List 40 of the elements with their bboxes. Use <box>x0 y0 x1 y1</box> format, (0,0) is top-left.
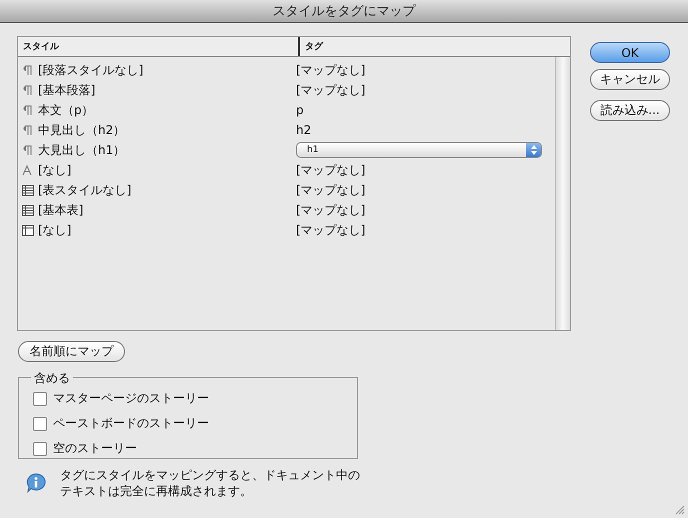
window-title: スタイルをタグにマップ <box>272 3 416 20</box>
tag-name: [マップなし] <box>296 82 366 96</box>
tag-name: [マップなし] <box>296 62 366 76</box>
style-name: [なし] <box>38 222 72 238</box>
group-label: 含める <box>31 370 73 387</box>
column-header[interactable]: スタイル <box>18 37 300 56</box>
checkbox[interactable] <box>33 416 47 430</box>
dialog-button[interactable]: キャンセル <box>590 69 670 90</box>
resize-grip[interactable] <box>675 505 685 515</box>
checkbox-label: 空のストーリー <box>53 440 137 457</box>
style-name: [なし] <box>38 162 72 178</box>
style-name: [段落スタイルなし] <box>38 62 144 78</box>
info-text: タグにスタイルをマッピングすると、ドキュメント中のテキストは完全に再構成されます。 <box>60 467 361 499</box>
tag-name: p <box>296 103 304 117</box>
tag-name: [マップなし] <box>296 162 366 176</box>
stepper-arrows-icon <box>526 143 541 157</box>
style-name: 大見出し（h1） <box>38 142 126 158</box>
tag-name: [マップなし] <box>296 202 366 216</box>
checkbox-label: ペーストボードのストーリー <box>53 415 209 432</box>
tag-name: [マップなし] <box>296 222 366 236</box>
style-name: [表スタイルなし] <box>38 182 132 198</box>
checkbox[interactable] <box>33 442 47 456</box>
map-by-name-button[interactable]: 名前順にマップ <box>18 341 125 362</box>
style-name: 中見出し（h2） <box>38 122 126 138</box>
style-name: [基本段落] <box>38 82 96 98</box>
dialog-button[interactable]: 読み込み... <box>590 100 670 121</box>
column-header[interactable]: タグ <box>300 37 328 56</box>
info-icon <box>25 472 47 494</box>
cell-icon <box>21 224 35 236</box>
table-icon <box>21 204 35 216</box>
tag-name: [マップなし] <box>296 182 366 196</box>
style-name: 本文（p） <box>38 102 94 118</box>
checkbox[interactable] <box>33 392 47 406</box>
tag-dropdown[interactable]: h1 <box>296 142 542 158</box>
tag-name: h2 <box>296 123 312 137</box>
checkbox-label: マスターページのストーリー <box>53 390 209 407</box>
dialog-button[interactable]: OK <box>590 42 670 63</box>
style-name: [基本表] <box>38 202 84 218</box>
scrollbar[interactable] <box>555 57 570 330</box>
table-icon <box>21 184 35 196</box>
